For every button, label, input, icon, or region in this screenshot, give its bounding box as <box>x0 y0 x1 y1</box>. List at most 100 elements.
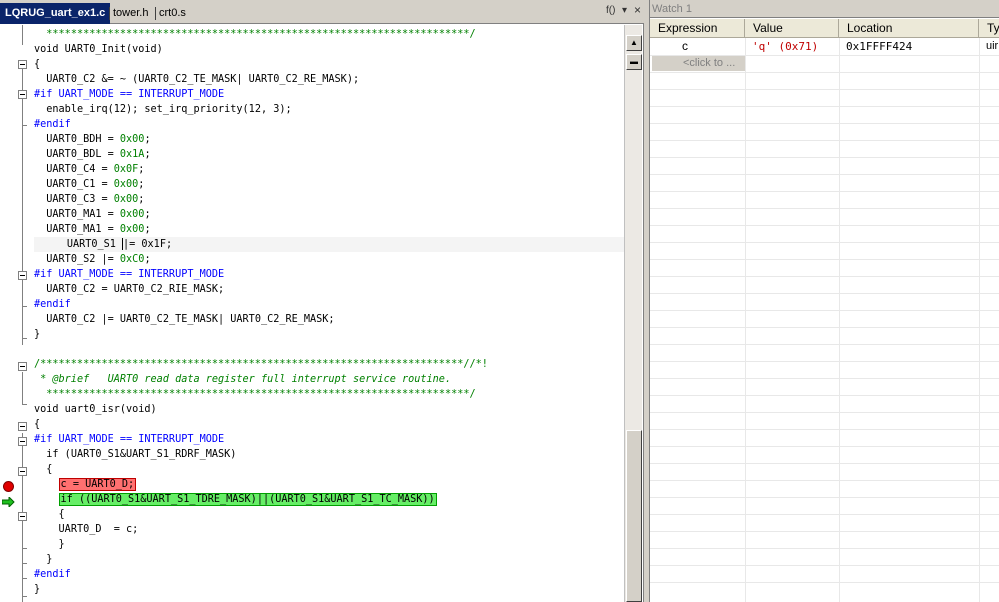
code-line[interactable]: UART0_C4 = 0x0F; <box>34 162 144 177</box>
hex-literal: 0x1A <box>119 149 145 160</box>
code-line[interactable]: UART0_S1 |= 0x1F; <box>34 237 624 252</box>
code-line[interactable]: #if UART_MODE == INTERRUPT_MODE <box>34 87 224 102</box>
code-text: UART0_BDH = 0x00; <box>46 134 151 145</box>
scroll-up-button[interactable]: ▲ <box>626 35 642 51</box>
tab-tower-h[interactable]: tower.h <box>113 4 148 24</box>
watch-value[interactable]: 'q' (0x71) <box>752 38 838 55</box>
code-line[interactable]: UART0_D = c; <box>34 522 139 537</box>
row-divider <box>650 191 999 192</box>
code-line[interactable]: } <box>34 327 40 342</box>
row-divider <box>650 378 999 379</box>
code-text: } <box>34 329 41 340</box>
code-line[interactable]: { <box>34 507 65 522</box>
row-divider <box>650 174 999 175</box>
row-divider <box>650 140 999 141</box>
fold-toggle[interactable] <box>18 90 27 99</box>
code-line[interactable]: ****************************************… <box>34 387 476 402</box>
fold-toggle[interactable] <box>18 271 27 280</box>
tab-dropdown-icon[interactable]: ▾ <box>622 5 627 16</box>
scroll-thumb[interactable] <box>626 430 642 602</box>
fold-end <box>22 596 27 597</box>
tab-lqrug-uart-ex1-c[interactable]: LQRUG_uart_ex1.c <box>0 3 111 24</box>
code-text: * @brief UART0 read data register full i… <box>40 374 452 385</box>
code-line[interactable]: } <box>34 582 40 597</box>
code-text: UART0_C2 = UART0_C2_RIE_MASK; <box>46 284 225 295</box>
code-line[interactable]: /***************************************… <box>34 357 488 372</box>
code-line[interactable]: if (UART0_S1&UART_S1_RDRF_MASK) <box>34 447 236 462</box>
fold-end <box>22 548 27 549</box>
code-line[interactable]: #if UART_MODE == INTERRUPT_MODE <box>34 432 224 447</box>
code-line[interactable]: { <box>34 462 52 477</box>
fold-toggle[interactable] <box>18 437 27 446</box>
code-text: c = UART0_D; <box>58 478 137 491</box>
text-caret <box>122 238 124 250</box>
code-line[interactable]: #if UART_MODE == INTERRUPT_MODE <box>34 267 224 282</box>
code-line[interactable]: UART0_MA1 = 0x00; <box>34 222 151 237</box>
code-line[interactable]: enable_irq(12); set_irq_priority(12, 3); <box>34 102 292 117</box>
row-divider <box>650 157 999 158</box>
column-header-expression[interactable]: Expression <box>650 19 745 38</box>
hex-literal: 0x0F <box>113 164 139 175</box>
code-text: enable_irq(12); set_irq_priority(12, 3); <box>46 104 292 115</box>
column-header-location[interactable]: Location <box>839 19 979 38</box>
code-line[interactable]: UART0_MA1 = 0x00; <box>34 207 150 222</box>
code-line[interactable]: UART0_BDH = 0x00; <box>34 132 151 147</box>
fold-end <box>22 578 27 579</box>
code-line[interactable]: c = UART0_D; <box>34 477 137 492</box>
tab-crt0-s[interactable]: crt0.s <box>159 4 186 24</box>
code-line[interactable]: UART0_S2 |= 0xC0; <box>34 252 150 267</box>
code-line[interactable]: UART0_C2 = UART0_C2_RIE_MASK; <box>34 282 224 297</box>
code-line[interactable]: UART0_C2 |= UART0_C2_TE_MASK| UART0_C2_R… <box>34 312 334 327</box>
editor-vertical-scrollbar[interactable]: ▲ ▬ <box>624 25 642 602</box>
code-text: UART0_C3 = 0x00; <box>46 194 145 205</box>
code-line[interactable]: void UART0_Init(void) <box>34 42 163 57</box>
code-line[interactable]: { <box>34 417 40 432</box>
code-line[interactable]: UART0_C2 &= ~ (UART0_C2_TE_MASK| UART0_C… <box>34 72 359 87</box>
code-text-area[interactable]: ****************************************… <box>34 25 624 602</box>
code-line[interactable]: } <box>34 537 65 552</box>
code-line[interactable]: UART0_C3 = 0x00; <box>34 192 144 207</box>
row-divider <box>650 55 999 56</box>
breakpoint-icon[interactable] <box>3 481 14 492</box>
code-line[interactable]: } <box>34 552 52 567</box>
code-line[interactable]: UART0_C1 = 0x00; <box>34 177 144 192</box>
code-line[interactable]: #endif <box>34 297 71 312</box>
fold-toggle[interactable] <box>18 422 27 431</box>
row-divider <box>650 395 999 396</box>
add-watch-cell[interactable]: <click to ... <box>652 55 745 71</box>
code-line[interactable]: ****************************************… <box>34 27 475 42</box>
fold-end <box>22 404 27 405</box>
code-text: UART0_MA1 = 0x00; <box>46 224 151 235</box>
watch-type: uir <box>986 40 999 52</box>
fold-toggle[interactable] <box>18 512 27 521</box>
code-line[interactable]: * @brief UART0 read data register full i… <box>34 372 451 387</box>
code-line[interactable]: void uart0_isr(void) <box>34 402 157 417</box>
code-line[interactable]: #endif <box>34 567 71 582</box>
column-header-value[interactable]: Value <box>745 19 839 38</box>
code-editor: LQRUG_uart_ex1.c tower.h crt0.s f() ▾ × … <box>0 0 644 602</box>
hex-literal: 0xC0 <box>119 254 145 265</box>
fold-toggle[interactable] <box>18 362 27 371</box>
row-divider <box>650 446 999 447</box>
code-line[interactable]: { <box>34 57 40 72</box>
row-divider <box>650 412 999 413</box>
split-button[interactable]: ▬ <box>626 54 642 70</box>
code-line[interactable]: UART0_BDL = 0x1A; <box>34 147 150 162</box>
code-text: ****************************************… <box>46 389 476 400</box>
fold-toggle[interactable] <box>18 60 27 69</box>
code-line[interactable]: #endif <box>34 117 71 132</box>
fold-toggle[interactable] <box>18 467 27 476</box>
fold-line <box>22 372 23 405</box>
breakpoint-gutter[interactable] <box>0 25 16 602</box>
function-menu-button[interactable]: f() <box>606 5 615 16</box>
fold-line <box>22 64 23 345</box>
close-icon[interactable]: × <box>634 3 641 17</box>
code-line[interactable]: if ((UART0_S1&UART_S1_TDRE_MASK)||(UART0… <box>34 492 437 507</box>
column-header-type[interactable]: Ty <box>979 19 999 38</box>
row-divider <box>650 259 999 260</box>
